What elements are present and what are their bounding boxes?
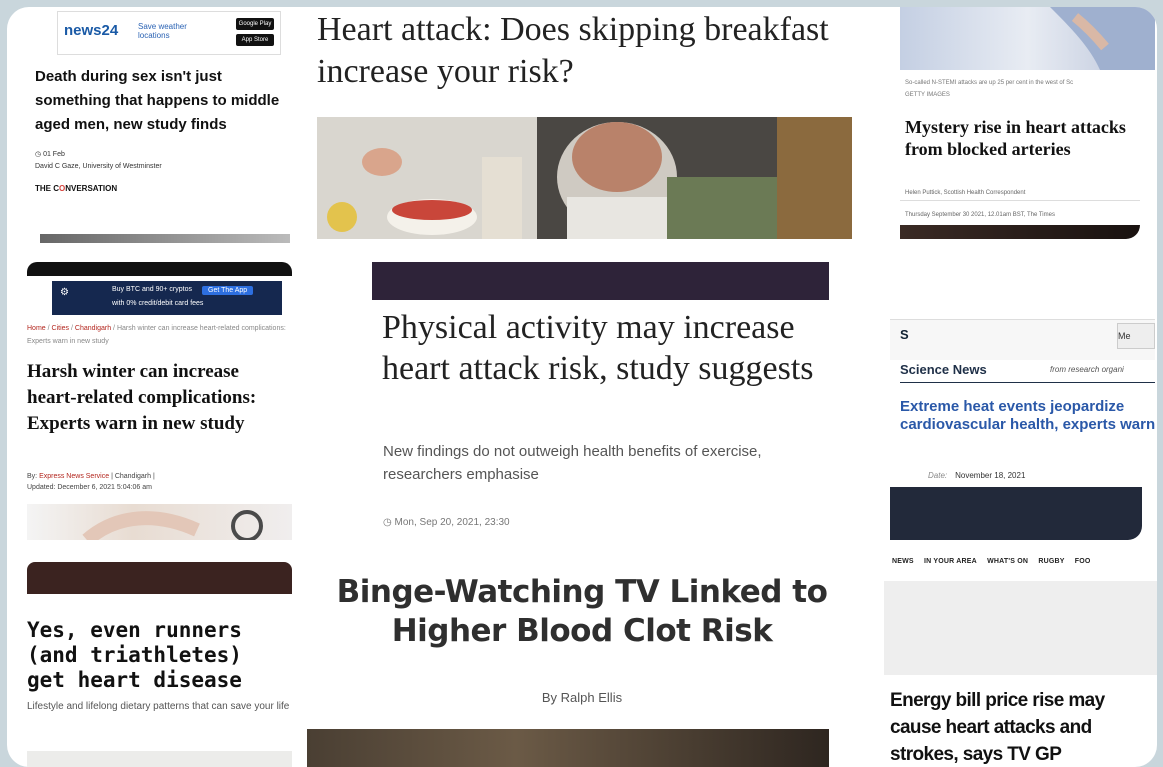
- breadcrumb-chandigarh[interactable]: Chandigarh: [75, 325, 111, 332]
- app-store-badge[interactable]: App Store: [236, 34, 274, 46]
- science-news-logo[interactable]: S: [900, 327, 909, 342]
- times-byline: Helen Puttick, Scottish Health Correspon…: [905, 182, 1155, 226]
- times-date: Thursday September 30 2021, 12.01am BST,…: [905, 212, 1055, 218]
- science-news-section[interactable]: Science News: [900, 362, 987, 377]
- science-news-footer-bar: [890, 487, 1142, 540]
- breadcrumb: Home / Cities / Chandigarh / Harsh winte…: [27, 325, 286, 345]
- ad-placeholder: [884, 581, 1157, 675]
- nav-news[interactable]: NEWS: [892, 558, 914, 565]
- science-news-header: [890, 319, 1155, 360]
- clock-icon: ◷: [35, 151, 44, 158]
- runners-subtitle: Lifestyle and lifelong dietary patterns …: [27, 701, 290, 712]
- divider: [900, 200, 1140, 201]
- conversation-logo: THE CONVERSATION: [35, 184, 118, 193]
- crypto-logo-icon: ⚙: [60, 287, 69, 298]
- nav-whats-on[interactable]: WHAT'S ON: [987, 558, 1028, 565]
- physical-subtitle: New findings do not outweigh health bene…: [383, 443, 762, 483]
- binge-photo: [307, 729, 829, 767]
- ad-get-app-button[interactable]: Get The App: [202, 286, 254, 295]
- conversation-author: David C Gaze, University of Westminster: [35, 163, 162, 170]
- breadcrumb-home[interactable]: Home: [27, 325, 46, 332]
- divider: [900, 382, 1155, 383]
- chest-pain-illustration: [1050, 7, 1155, 70]
- times-caption: So-called N-STEMI attacks are up 25 per …: [905, 80, 1074, 98]
- runners-masthead-bar: [27, 562, 292, 594]
- energy-headline[interactable]: Energy bill price rise may cause heart a…: [890, 687, 1155, 767]
- times-headline[interactable]: Mystery rise in heart attacks from block…: [905, 116, 1155, 160]
- runners-photo: [27, 751, 292, 767]
- physical-date: ◷ Mon, Sep 20, 2021, 23:30: [383, 517, 510, 528]
- ad-text-2: with 0% credit/debit card fees: [112, 300, 204, 307]
- breakfast-photo-illustration: [317, 117, 852, 239]
- binge-headline[interactable]: Binge-Watching TV Linked to Higher Blood…: [327, 573, 837, 651]
- conversation-headline[interactable]: Death during sex isn't just something th…: [35, 65, 295, 137]
- nav-rugby[interactable]: RUGBY: [1038, 558, 1064, 565]
- clock-icon: ◷: [383, 517, 395, 528]
- times-author[interactable]: Helen Puttick, Scottish Health Correspon…: [905, 190, 1025, 196]
- express-headline[interactable]: Harsh winter can increase heart-related …: [27, 359, 292, 437]
- nav-food[interactable]: FOO: [1075, 558, 1091, 565]
- conversation-date: ◷ 01 Feb: [35, 151, 65, 158]
- breadcrumb-cities[interactable]: Cities: [52, 325, 70, 332]
- express-author[interactable]: Express News Service: [39, 473, 109, 480]
- runners-headline[interactable]: Yes, even runners (and triathletes) get …: [27, 618, 292, 693]
- save-weather-link[interactable]: Save weather locations: [138, 22, 198, 40]
- image-strip: [40, 234, 290, 243]
- news24-logo[interactable]: news24: [64, 22, 118, 39]
- news24-header: news24 Save weather locations Google Pla…: [57, 11, 281, 55]
- express-byline: By: Express News Service | Chandigarh | …: [27, 473, 155, 491]
- walesonline-nav: NEWS IN YOUR AREA WHAT'S ON RUGBY FOO: [892, 558, 1157, 565]
- physical-masthead-bar: [372, 262, 829, 300]
- stethoscope-illustration: [82, 510, 263, 546]
- times-credit: GETTY IMAGES: [905, 92, 950, 98]
- crypto-ad-banner[interactable]: ⚙ Buy BTC and 90+ cryptos with 0% credit…: [52, 281, 282, 315]
- breakfast-headline[interactable]: Heart attack: Does skipping breakfast in…: [317, 9, 857, 93]
- menu-button[interactable]: Me: [1117, 323, 1155, 349]
- breakfast-photo: [317, 117, 852, 239]
- science-news-source: from research organi: [1050, 365, 1124, 374]
- chest-pain-photo: [900, 7, 1155, 70]
- nav-in-your-area[interactable]: IN YOUR AREA: [924, 558, 977, 565]
- google-play-badge[interactable]: Google Play: [236, 18, 274, 30]
- science-news-date: Date: November 18, 2021: [928, 471, 1026, 480]
- express-masthead-bar: [27, 262, 292, 276]
- binge-byline: By Ralph Ellis: [541, 690, 623, 705]
- science-news-headline[interactable]: Extreme heat events jeopardize cardiovas…: [900, 398, 1157, 434]
- stethoscope-photo: [27, 504, 292, 546]
- express-updated: Updated: December 6, 2021 5:04:06 am: [27, 484, 152, 491]
- physical-headline[interactable]: Physical activity may increase heart att…: [382, 307, 832, 389]
- ad-text-1: Buy BTC and 90+ cryptos: [112, 286, 192, 293]
- collage-frame: news24 Save weather locations Google Pla…: [7, 7, 1157, 767]
- times-footer-bar: [900, 225, 1140, 239]
